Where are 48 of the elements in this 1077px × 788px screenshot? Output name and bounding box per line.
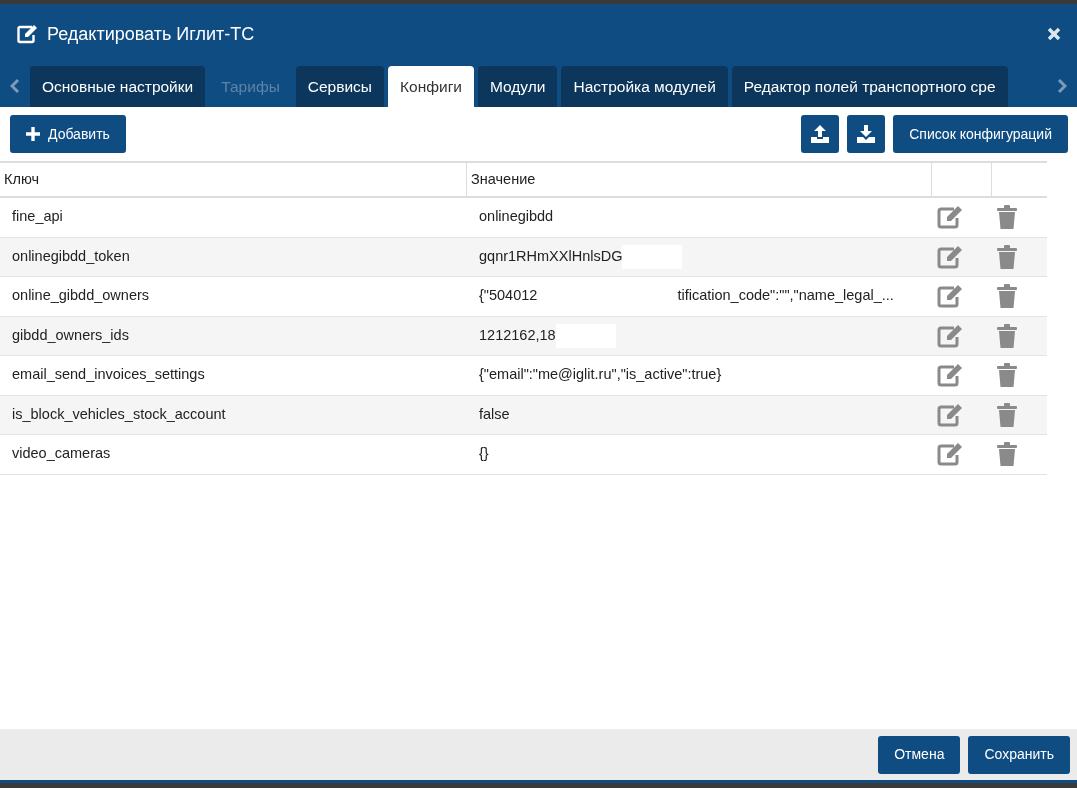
close-icon[interactable] [1047,27,1061,41]
key-cell-text: email_send_invoices_settings [12,365,205,385]
edit-icon[interactable] [937,363,963,388]
tab[interactable]: Модули [477,66,558,107]
delete-icon[interactable] [997,402,1017,427]
edit-icon[interactable] [937,402,963,427]
edit-icon[interactable] [937,284,963,309]
edit-icon[interactable] [937,244,963,269]
value-cell-text: false [479,404,510,424]
delete-icon[interactable] [997,323,1017,348]
column-header: Значение [471,169,536,189]
delete-icon[interactable] [997,205,1017,230]
column-header [991,161,1047,198]
plus-icon [26,127,40,141]
value-cell-text: 1212162,18 [479,325,556,345]
value-cell-text: gqnr1RHmXXlHnlsDG [479,246,623,266]
tab[interactable]: Настройка модулей [561,66,728,107]
tab[interactable]: Основные настройки [30,66,206,107]
column-header: Ключ [4,169,40,189]
footer-button[interactable]: Отмена [878,735,961,774]
value-cell-text: {"email":"me@iglit.ru","is_active":true} [479,365,722,385]
download-icon[interactable] [847,115,886,153]
value-cell-text: onlinegibdd [479,207,554,227]
key-cell-text: gibdd_owners_ids [12,325,129,345]
delete-icon[interactable] [997,363,1017,388]
edit-icon[interactable] [937,323,963,348]
key-cell-text: online_gibdd_owners [12,286,150,306]
tab[interactable]: Сервисы [295,66,384,107]
value-cell-text: tification_code":"","name_legal_... [677,286,894,306]
edit-icon[interactable] [937,442,963,467]
key-cell-text: fine_api [12,207,63,227]
add-button[interactable]: Добавить [10,115,126,153]
key-cell-text: is_block_vehicles_stock_account [12,404,226,424]
delete-icon[interactable] [997,284,1017,309]
tab[interactable]: Редактор полей транспортного сре [731,66,1008,107]
edit-icon [17,24,39,44]
value-cell-text: {"504012 [479,286,538,306]
dialog-title: Редактировать Иглит-ТС [47,22,255,46]
footer-button[interactable]: Сохранить [968,735,1070,774]
upload-icon[interactable] [801,115,840,153]
delete-icon[interactable] [997,442,1017,467]
delete-icon[interactable] [997,244,1017,269]
tab[interactable]: Конфиги [388,66,474,107]
config-list-button[interactable]: Список конфигураций [893,115,1068,153]
key-cell-text: video_cameras [12,444,111,464]
edit-icon[interactable] [937,205,963,230]
key-cell-text: onlinegibdd_token [12,246,130,266]
value-cell-text: {} [479,444,489,464]
